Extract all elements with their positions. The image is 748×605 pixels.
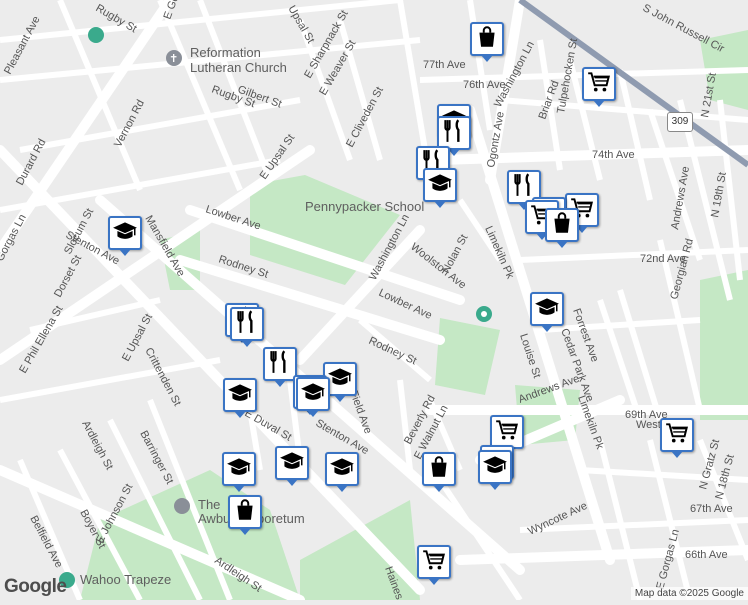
map-marker[interactable] — [490, 415, 524, 455]
svg-text:67th Ave: 67th Ave — [690, 503, 733, 515]
school-icon — [482, 452, 508, 483]
school-poi-icon — [174, 498, 190, 514]
school-icon — [329, 454, 355, 485]
map-marker[interactable] — [470, 22, 504, 62]
svg-text:66th Ave: 66th Ave — [685, 549, 728, 561]
map-marker[interactable] — [530, 292, 564, 332]
map-marker[interactable] — [222, 452, 256, 492]
restaurant-icon — [441, 118, 467, 149]
place-lutheran-church: Lutheran Church — [190, 60, 287, 75]
map-base: Rugby St E Gorgas Ln Upsal St Pleasant A… — [0, 0, 748, 605]
restaurant-icon — [234, 309, 260, 340]
school-icon — [112, 218, 138, 249]
place-pennypacker-school: Pennypacker School — [305, 199, 424, 214]
place-reformation: Reformation — [190, 45, 261, 60]
map-marker[interactable] — [228, 495, 262, 535]
park-poi-icon — [88, 27, 104, 43]
bag-icon — [549, 210, 575, 241]
school-icon — [327, 364, 353, 395]
school-icon — [227, 380, 253, 411]
map-marker[interactable] — [437, 116, 471, 156]
route-309-shield: 309 — [667, 112, 693, 132]
map-marker[interactable] — [325, 452, 359, 492]
svg-text:74th Ave: 74th Ave — [592, 149, 635, 161]
map-marker[interactable] — [478, 450, 512, 490]
map-marker[interactable] — [230, 307, 264, 347]
cart-icon — [421, 547, 447, 578]
school-icon — [427, 170, 453, 201]
map-marker[interactable] — [582, 67, 616, 107]
cart-icon — [494, 417, 520, 448]
map-marker[interactable] — [275, 446, 309, 486]
map-marker[interactable] — [263, 347, 297, 387]
bag-icon — [474, 24, 500, 55]
school-icon — [534, 294, 560, 325]
map-marker[interactable] — [223, 378, 257, 418]
map-marker[interactable] — [108, 216, 142, 256]
school-icon — [226, 454, 252, 485]
school-icon — [300, 379, 326, 410]
cart-icon — [664, 420, 690, 451]
map-marker[interactable] — [296, 377, 330, 417]
restaurant-icon — [267, 349, 293, 380]
map-marker[interactable] — [422, 452, 456, 492]
map-canvas[interactable]: Rugby St E Gorgas Ln Upsal St Pleasant A… — [0, 0, 748, 605]
svg-text:✝: ✝ — [169, 52, 178, 65]
map-marker[interactable] — [423, 168, 457, 208]
map-attribution[interactable]: Map data ©2025 Google — [630, 587, 748, 600]
school-icon — [279, 448, 305, 479]
bag-icon — [232, 497, 258, 528]
bag-icon — [426, 454, 452, 485]
map-marker[interactable] — [417, 545, 451, 585]
map-marker[interactable] — [660, 418, 694, 458]
svg-text:77th Ave: 77th Ave — [423, 59, 466, 71]
map-marker[interactable] — [545, 208, 579, 248]
cart-icon — [586, 69, 612, 100]
google-logo: Google — [4, 576, 67, 597]
place-the: The — [198, 497, 220, 512]
place-wahoo-trapeze: Wahoo Trapeze — [80, 572, 171, 587]
park-east-edge — [700, 270, 748, 420]
